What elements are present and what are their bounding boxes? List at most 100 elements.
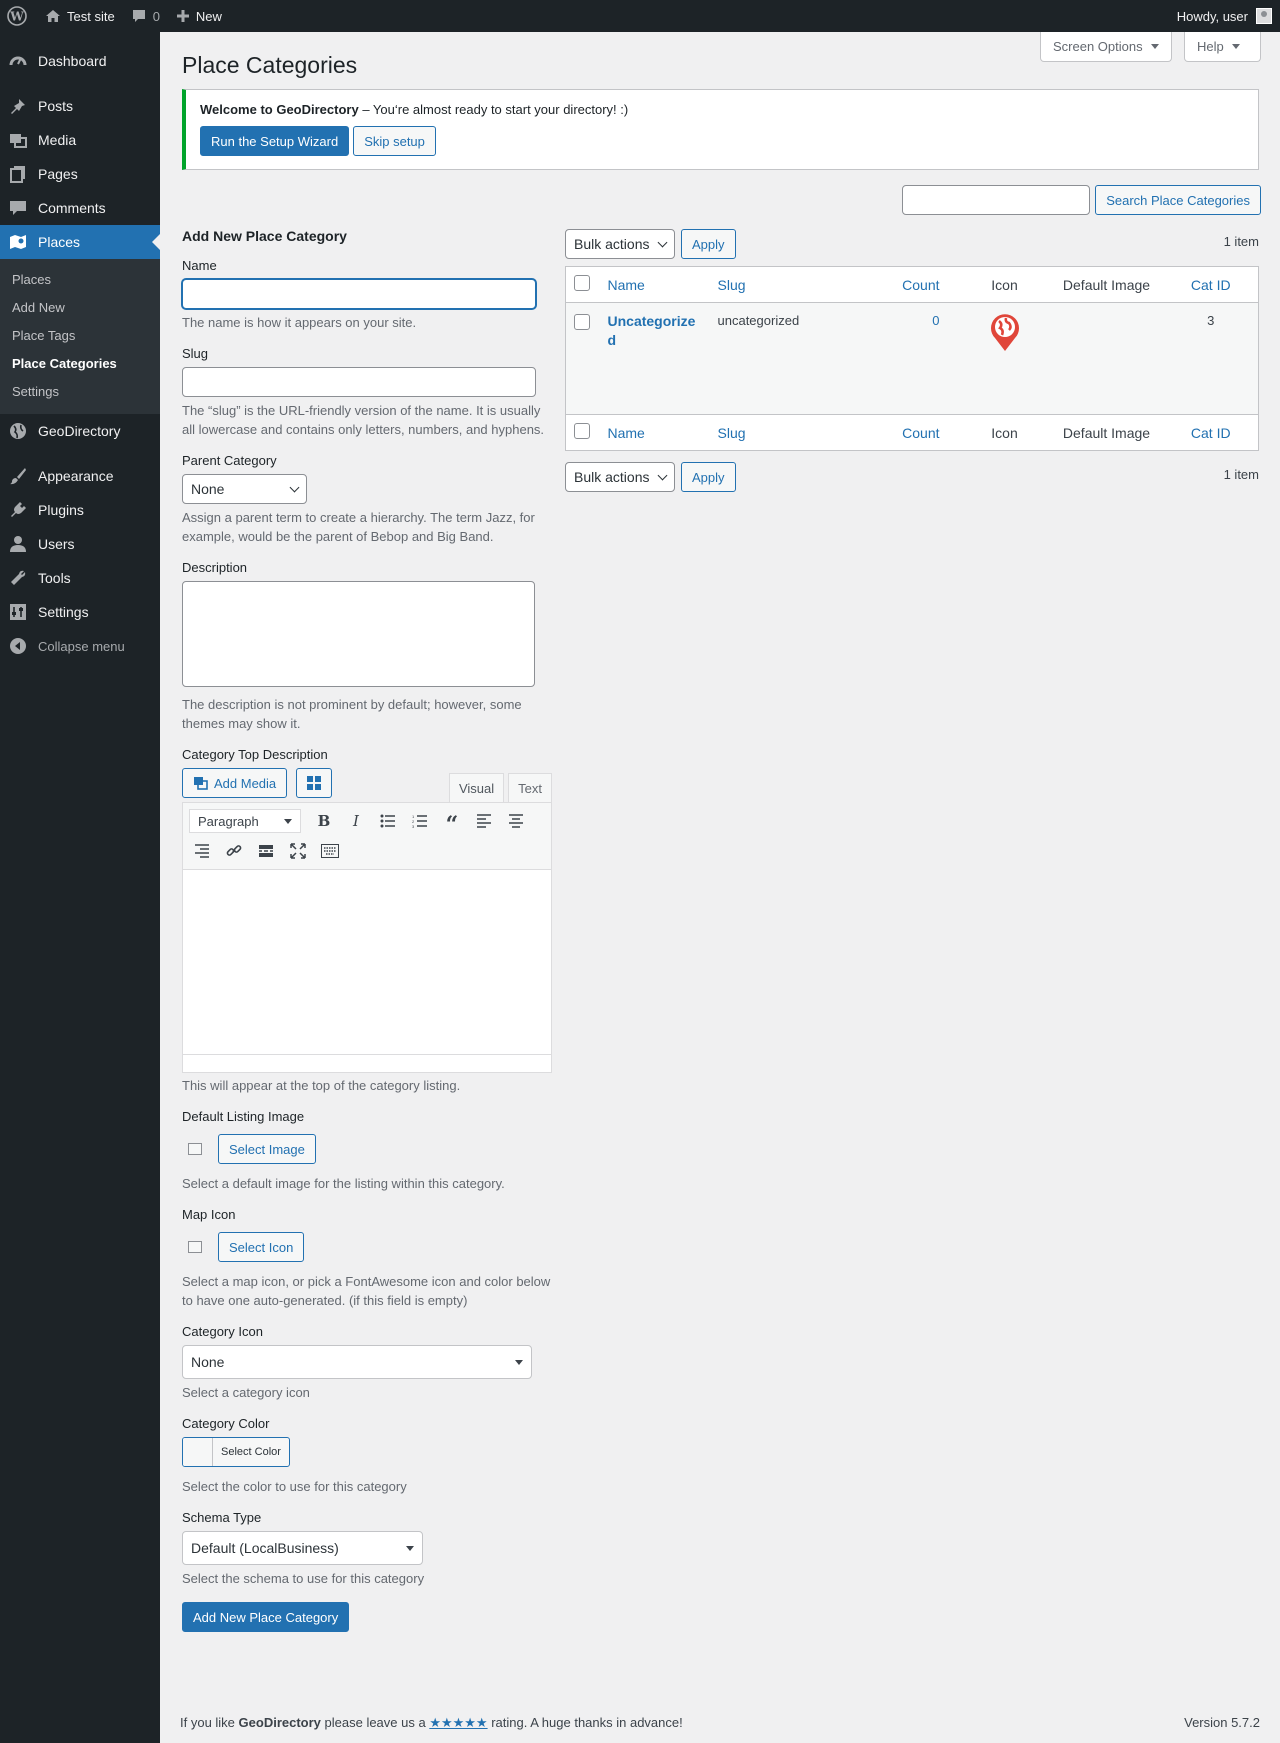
slug-description: The “slug” is the URL-friendly version o… (182, 403, 545, 437)
numbered-list-icon[interactable]: 123 (407, 807, 433, 835)
rating-stars-link[interactable]: ★★★★★ (429, 1715, 487, 1730)
submenu-item-places[interactable]: Places (0, 266, 160, 294)
sidebar-item-users[interactable]: Users (0, 527, 160, 561)
apply-button[interactable]: Apply (681, 229, 736, 259)
bold-icon[interactable]: B (311, 807, 337, 835)
chevron-down-icon (289, 482, 300, 492)
sidebar-item-settings[interactable]: Settings (0, 595, 160, 629)
row-count-link[interactable]: 0 (932, 313, 939, 328)
sidebar-item-places[interactable]: Places (0, 225, 160, 259)
setup-wizard-button[interactable]: Run the Setup Wizard (200, 126, 350, 156)
submenu-item-place-tags[interactable]: Place Tags (0, 322, 160, 350)
site-name-link[interactable]: Test site (37, 0, 123, 32)
apply-button-bottom[interactable]: Apply (681, 462, 736, 492)
column-header-cat-id[interactable]: Cat ID (1191, 277, 1231, 293)
notice-message: – You‘re almost ready to start your dire… (358, 102, 629, 117)
column-footer-count[interactable]: Count (902, 425, 939, 441)
keyboard-icon[interactable] (317, 837, 343, 865)
default-image-description: Select a default image for the listing w… (182, 1176, 505, 1191)
sidebar-item-label: Plugins (38, 502, 84, 518)
select-icon-button[interactable]: Select Icon (218, 1232, 305, 1262)
new-content-link[interactable]: New (168, 0, 230, 32)
tab-text[interactable]: Text (508, 773, 552, 802)
site-name: Test site (67, 8, 115, 24)
sidebar-item-tools[interactable]: Tools (0, 561, 160, 595)
column-header-icon: Icon (959, 266, 1050, 303)
image-placeholder-icon (188, 1143, 202, 1155)
select-color-button[interactable]: Select Color (182, 1437, 290, 1467)
column-header-count[interactable]: Count (902, 277, 939, 293)
editor-tabs: Visual Text (448, 773, 552, 802)
comments-count: 0 (152, 8, 160, 24)
sidebar-item-posts[interactable]: Posts (0, 89, 160, 123)
search-categories-button[interactable]: Search Place Categories (1095, 185, 1261, 215)
schema-type-description: Select the schema to use for this catego… (182, 1571, 425, 1586)
search-input[interactable] (902, 185, 1091, 215)
align-left-icon[interactable] (471, 807, 497, 835)
sidebar-item-dashboard[interactable]: Dashboard (0, 44, 160, 78)
align-right-icon[interactable] (189, 837, 215, 865)
column-footer-name[interactable]: Name (608, 425, 645, 441)
parent-category-select[interactable]: None (182, 474, 307, 504)
row-name-link[interactable]: Uncategorized (608, 313, 696, 348)
read-more-icon[interactable] (253, 837, 279, 865)
submenu-item-add-new[interactable]: Add New (0, 294, 160, 322)
select-all-checkbox[interactable] (574, 275, 590, 291)
italic-icon[interactable]: I (343, 807, 369, 835)
schema-type-value: Default (LocalBusiness) (191, 1540, 339, 1556)
sidebar-item-plugins[interactable]: Plugins (0, 493, 160, 527)
parent-label: Parent Category (182, 453, 277, 468)
tab-visual[interactable]: Visual (448, 773, 505, 802)
schema-type-select[interactable]: Default (LocalBusiness) (182, 1531, 423, 1565)
category-icon-description: Select a category icon (182, 1385, 310, 1400)
column-footer-icon: Icon (959, 414, 1050, 451)
row-default-image (1049, 302, 1164, 415)
comments-link[interactable]: 0 (123, 0, 168, 32)
column-header-slug[interactable]: Slug (718, 277, 746, 293)
collapse-menu-button[interactable]: Collapse menu (0, 629, 160, 663)
map-pin-globe-icon (990, 314, 1019, 351)
select-all-checkbox-bottom[interactable] (574, 423, 590, 439)
bullet-list-icon[interactable] (375, 807, 401, 835)
sidebar-item-media[interactable]: Media (0, 123, 160, 157)
slug-input[interactable] (182, 367, 536, 397)
wordpress-logo[interactable]: W (0, 0, 37, 32)
settings-icon (8, 602, 28, 622)
paragraph-format-select[interactable]: Paragraph (189, 809, 301, 833)
blockquote-icon[interactable]: “ (439, 807, 465, 838)
editor-content-area[interactable] (183, 870, 551, 1054)
fullscreen-icon[interactable] (285, 837, 311, 865)
select-image-button[interactable]: Select Image (218, 1134, 316, 1164)
link-icon[interactable] (221, 837, 247, 865)
sidebar-item-comments[interactable]: Comments (0, 191, 160, 225)
bulk-actions-select[interactable]: Bulk actions (565, 229, 675, 259)
name-input[interactable] (182, 279, 536, 309)
category-icon-select[interactable]: None (182, 1345, 532, 1379)
table-footer-row: Name Slug Count Icon Default Image Cat I… (565, 414, 1259, 451)
row-slug: uncategorized (709, 302, 860, 415)
sidebar-item-geodirectory[interactable]: GeoDirectory (0, 414, 160, 448)
help-button[interactable]: Help (1184, 32, 1261, 62)
skip-setup-button[interactable]: Skip setup (353, 126, 436, 156)
description-textarea[interactable] (182, 581, 535, 687)
column-footer-slug[interactable]: Slug (718, 425, 746, 441)
submenu-item-settings[interactable]: Settings (0, 378, 160, 406)
submenu-item-place-categories[interactable]: Place Categories (0, 350, 160, 378)
row-checkbox[interactable] (574, 314, 590, 330)
wrench-icon (8, 568, 28, 588)
column-footer-cat-id[interactable]: Cat ID (1191, 425, 1231, 441)
sidebar-item-appearance[interactable]: Appearance (0, 459, 160, 493)
add-block-button[interactable] (296, 768, 333, 798)
add-category-submit-button[interactable]: Add New Place Category (182, 1602, 350, 1632)
add-media-button[interactable]: Add Media (182, 768, 288, 798)
bulk-actions-select-bottom[interactable]: Bulk actions (565, 462, 675, 492)
name-description: The name is how it appears on your site. (182, 315, 417, 330)
sidebar-item-label: Pages (38, 166, 78, 182)
table-row: Uncategorized uncategorized 0 3 (565, 302, 1259, 415)
sidebar-item-pages[interactable]: Pages (0, 157, 160, 191)
footer-version: Version 5.7.2 (1184, 1715, 1260, 1730)
column-header-name[interactable]: Name (608, 277, 645, 293)
align-center-icon[interactable] (503, 807, 529, 835)
my-account[interactable]: Howdy, user (1177, 0, 1272, 32)
screen-options-button[interactable]: Screen Options (1040, 32, 1172, 62)
